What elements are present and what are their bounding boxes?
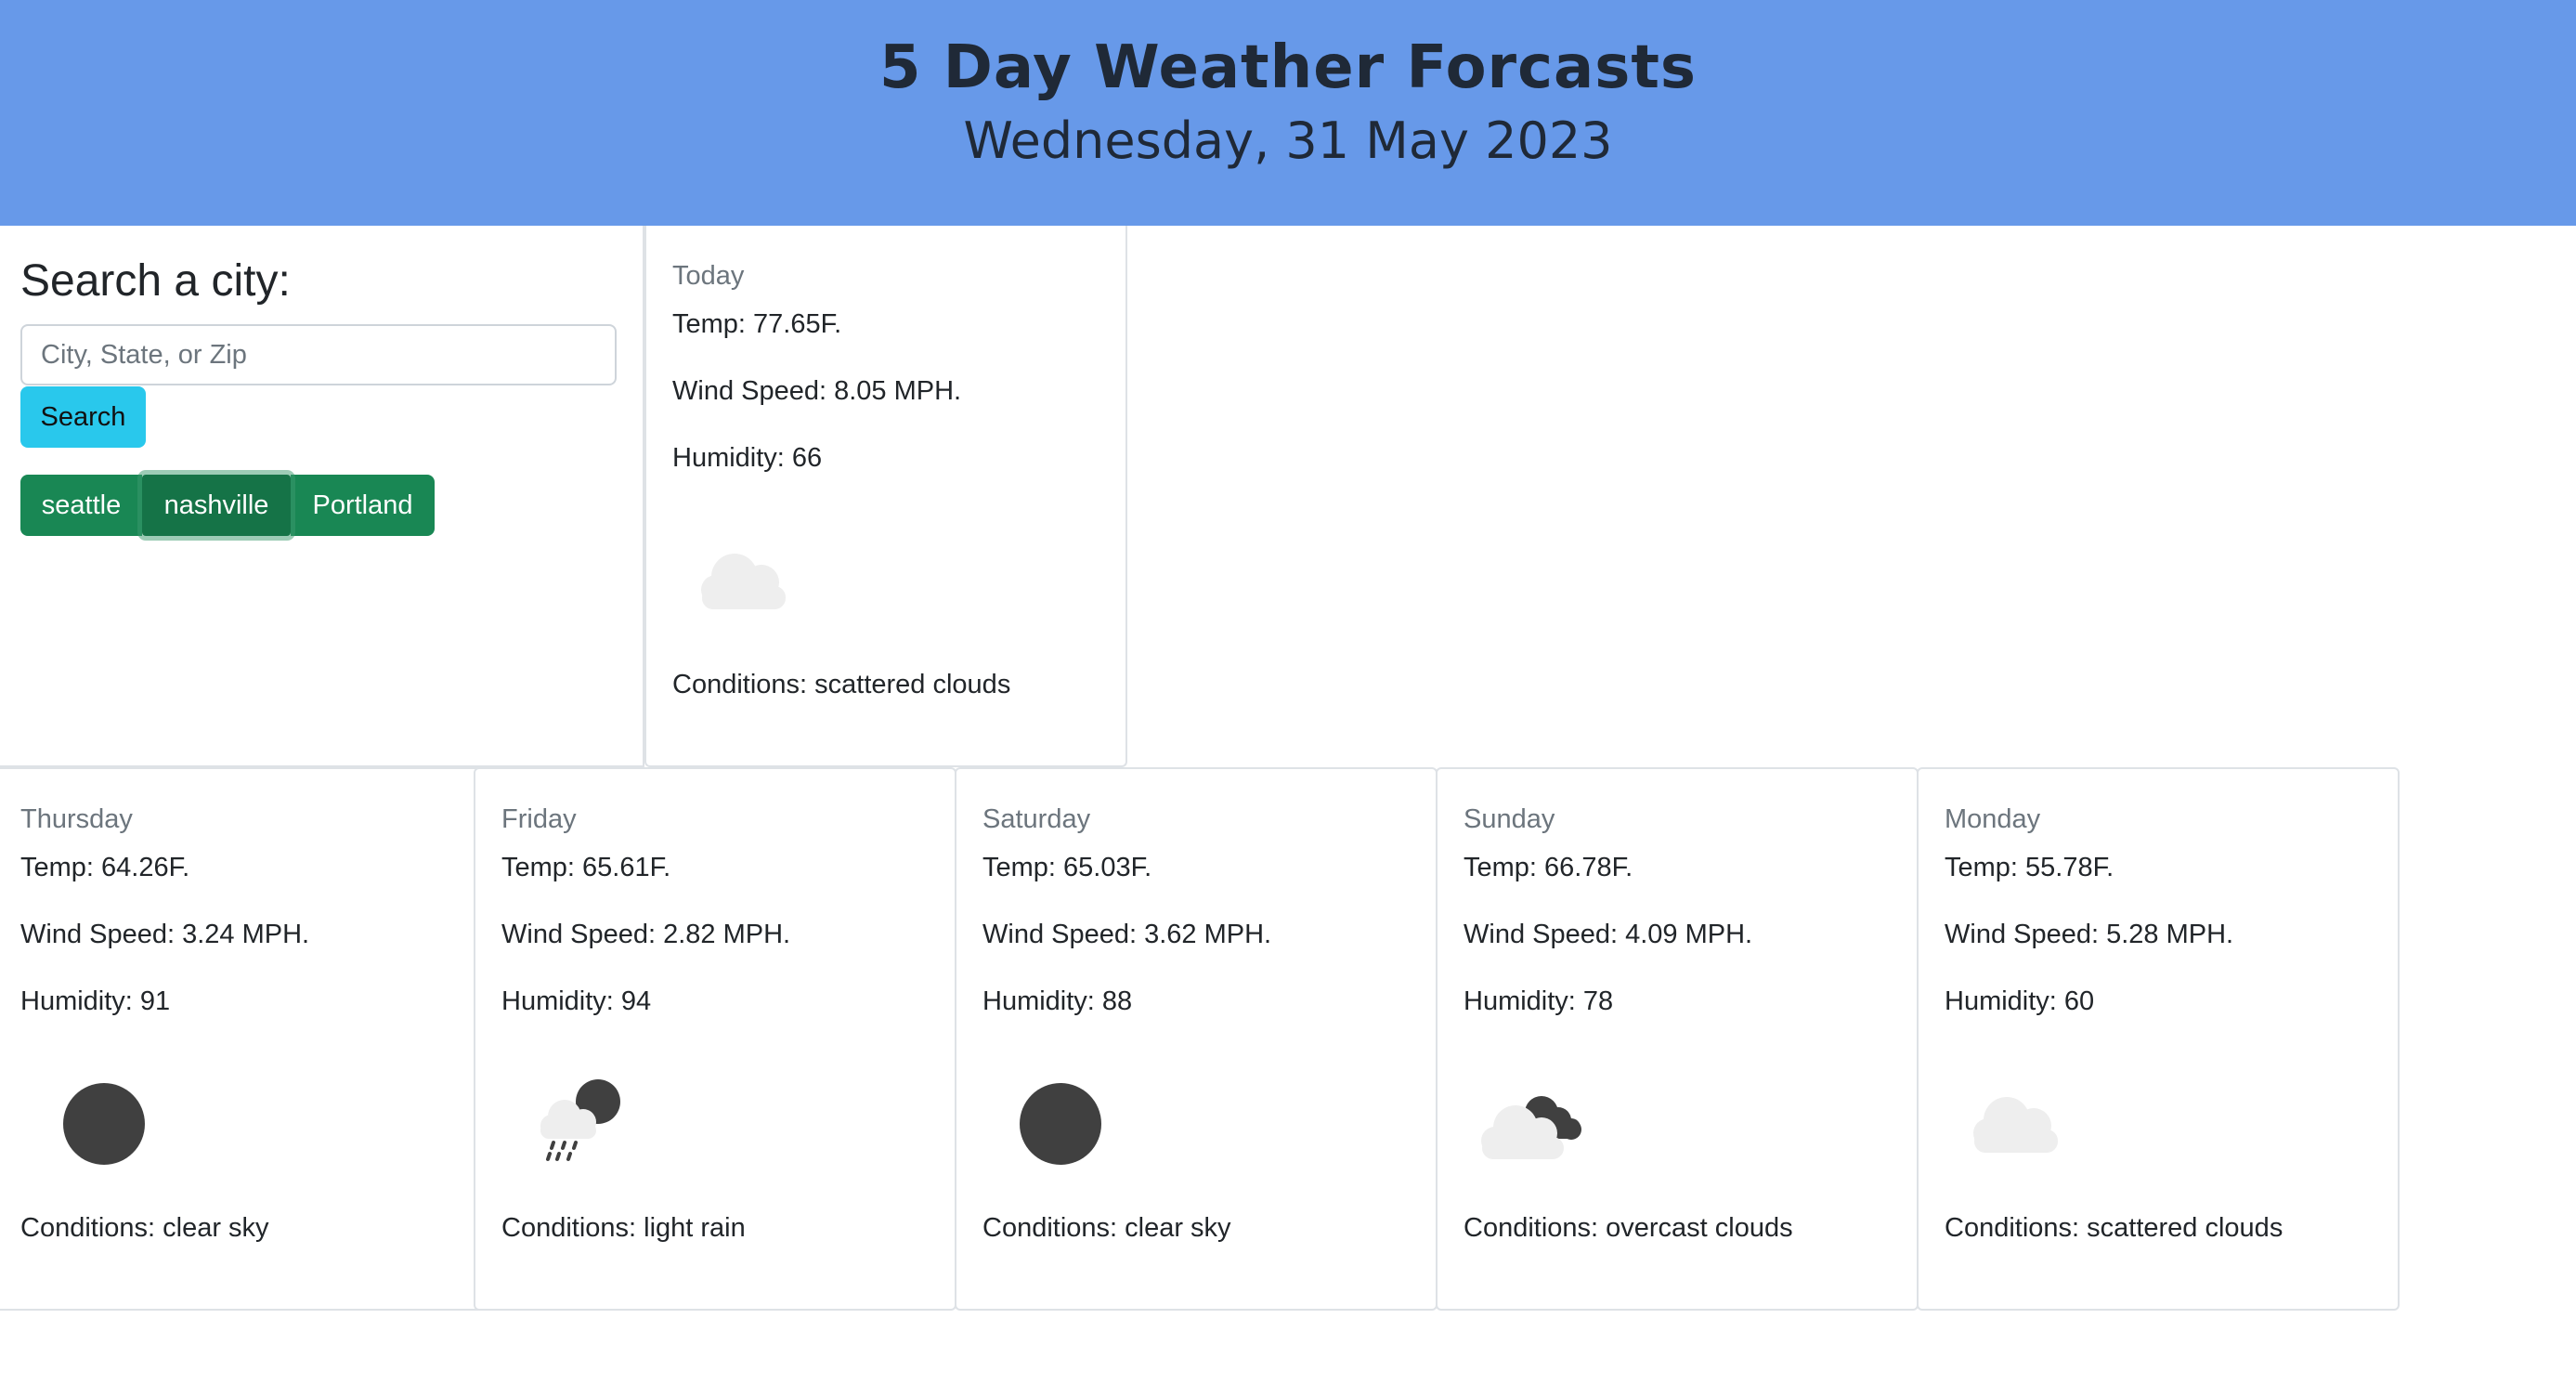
- wind-speed: Wind Speed: 3.62 MPH.: [982, 920, 1272, 949]
- humidity: Humidity: 91: [20, 986, 171, 1016]
- humidity: Humidity: 94: [501, 986, 652, 1016]
- conditions: Conditions: light rain: [501, 1213, 746, 1243]
- scattered-clouds-icon: [1973, 1097, 2058, 1153]
- temperature: Temp: 64.26F.: [20, 853, 190, 882]
- forecast-card-sunday: Sunday Temp: 66.78F. Wind Speed: 4.09 MP…: [1436, 767, 1919, 1311]
- temperature: Temp: 65.61F.: [501, 853, 671, 882]
- wind-speed: Wind Speed: 3.24 MPH.: [20, 920, 310, 949]
- humidity: Humidity: 60: [1945, 986, 2095, 1016]
- light-rain-night-icon: [540, 1079, 620, 1161]
- search-heading: Search a city:: [20, 256, 291, 306]
- current-date: Wednesday, 31 May 2023: [963, 111, 1613, 170]
- day-label: Today: [672, 261, 745, 291]
- humidity: Humidity: 88: [982, 986, 1133, 1016]
- search-button[interactable]: Search: [20, 386, 146, 448]
- wind-speed: Wind Speed: 5.28 MPH.: [1945, 920, 2234, 949]
- day-label: Thursday: [20, 804, 133, 834]
- forecast-card-saturday: Saturday Temp: 65.03F. Wind Speed: 3.62 …: [955, 767, 1438, 1311]
- conditions: Conditions: clear sky: [20, 1213, 269, 1243]
- city-search-input[interactable]: [20, 324, 617, 385]
- search-panel: Search a city: Search seattle nashville …: [0, 226, 644, 767]
- temperature: Temp: 55.78F.: [1945, 853, 2114, 882]
- day-label: Saturday: [982, 804, 1091, 834]
- conditions: Conditions: overcast clouds: [1464, 1213, 1793, 1243]
- history-button-seattle[interactable]: seattle: [20, 475, 142, 536]
- today-card: Today Temp: 77.65F. Wind Speed: 8.05 MPH…: [644, 226, 1127, 767]
- page-header: 5 Day Weather Forcasts Wednesday, 31 May…: [0, 0, 2576, 226]
- humidity: Humidity: 78: [1464, 986, 1614, 1016]
- day-label: Friday: [501, 804, 577, 834]
- conditions: Conditions: scattered clouds: [672, 670, 1011, 699]
- day-label: Sunday: [1464, 804, 1555, 834]
- history-button-portland[interactable]: Portland: [291, 475, 435, 536]
- wind-speed: Wind Speed: 4.09 MPH.: [1464, 920, 1753, 949]
- conditions: Conditions: clear sky: [982, 1213, 1231, 1243]
- scattered-clouds-icon: [701, 554, 786, 609]
- search-history: seattle nashville Portland: [20, 475, 435, 536]
- forecast-card-thursday: Thursday Temp: 64.26F. Wind Speed: 3.24 …: [0, 767, 483, 1311]
- forecast-card-monday: Monday Temp: 55.78F. Wind Speed: 5.28 MP…: [1917, 767, 2400, 1311]
- day-label: Monday: [1945, 804, 2041, 834]
- temperature: Temp: 77.65F.: [672, 309, 842, 339]
- page-title: 5 Day Weather Forcasts: [878, 33, 1698, 102]
- temperature: Temp: 66.78F.: [1464, 853, 1633, 882]
- temperature: Temp: 65.03F.: [982, 853, 1152, 882]
- clear-sky-night-icon: [1020, 1083, 1101, 1165]
- wind-speed: Wind Speed: 2.82 MPH.: [501, 920, 791, 949]
- humidity: Humidity: 66: [672, 443, 823, 473]
- history-button-nashville[interactable]: nashville: [142, 475, 291, 536]
- conditions: Conditions: scattered clouds: [1945, 1213, 2283, 1243]
- clear-sky-night-icon: [63, 1083, 145, 1165]
- forecast-card-friday: Friday Temp: 65.61F. Wind Speed: 2.82 MP…: [474, 767, 956, 1311]
- wind-speed: Wind Speed: 8.05 MPH.: [672, 376, 962, 406]
- overcast-clouds-icon: [1481, 1096, 1581, 1159]
